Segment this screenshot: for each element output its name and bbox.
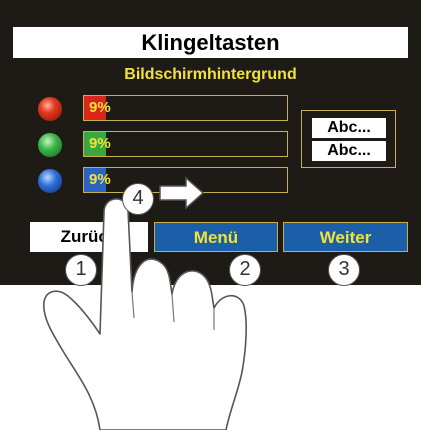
callout-1: 1 bbox=[65, 254, 97, 286]
callout-4: 4 bbox=[122, 183, 154, 215]
hand-pointer-icon bbox=[43, 176, 247, 430]
callout-2: 2 bbox=[229, 254, 261, 286]
swipe-arrow-icon bbox=[159, 176, 205, 210]
callout-3: 3 bbox=[328, 254, 360, 286]
